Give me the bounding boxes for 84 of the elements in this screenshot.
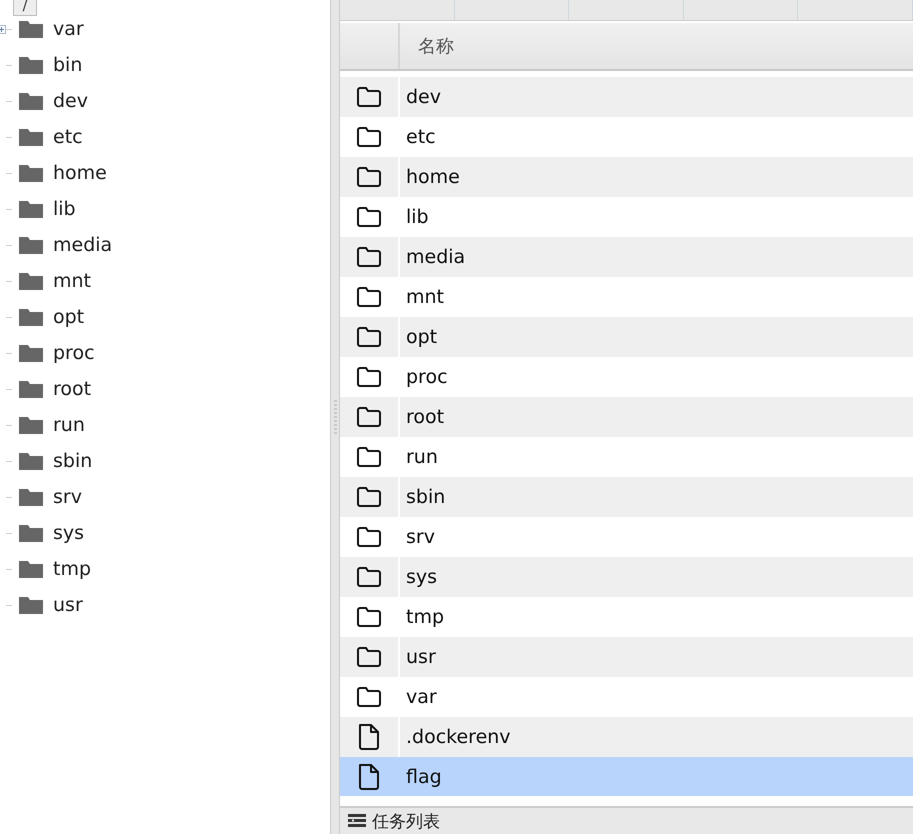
tree-item[interactable]: root <box>53 378 92 400</box>
file-name: mnt <box>405 285 444 310</box>
folder-icon <box>356 206 382 228</box>
file-icon <box>357 763 381 791</box>
tree-item[interactable]: home <box>53 162 107 184</box>
file-row[interactable]: root <box>340 397 913 437</box>
tree-item[interactable]: media <box>53 234 112 256</box>
tree-item[interactable]: sbin <box>53 450 92 472</box>
file-row[interactable]: flag <box>340 757 913 796</box>
file-name: opt <box>405 325 438 350</box>
file-row[interactable]: opt <box>340 317 913 357</box>
folder-icon <box>356 566 382 588</box>
folder-icon <box>19 92 43 110</box>
file-name: proc <box>405 365 448 390</box>
folder-icon <box>19 56 43 74</box>
folder-icon <box>356 246 382 268</box>
tree-item[interactable]: var <box>53 18 84 40</box>
folder-icon <box>356 366 382 388</box>
folder-icon <box>19 560 43 578</box>
file-name: root <box>405 405 444 430</box>
file-icon <box>357 723 381 751</box>
file-row[interactable]: .dockerenv <box>340 717 913 757</box>
folder-icon <box>356 286 382 308</box>
file-name: lib <box>405 205 429 230</box>
tree-root[interactable]: / <box>13 0 37 16</box>
file-name: .dockerenv <box>405 725 511 750</box>
tree-item[interactable]: dev <box>53 90 88 112</box>
file-name: var <box>405 685 437 710</box>
file-name: tmp <box>405 605 444 630</box>
file-row[interactable]: home <box>340 157 913 197</box>
file-name: sys <box>405 565 438 590</box>
folder-icon <box>19 128 43 146</box>
folder-icon <box>356 86 382 108</box>
tree-item[interactable]: tmp <box>53 558 92 580</box>
file-row[interactable]: media <box>340 237 913 277</box>
file-row[interactable]: dev <box>340 77 913 117</box>
file-name: media <box>405 245 466 270</box>
tree-item[interactable]: bin <box>53 54 82 76</box>
file-row[interactable]: usr <box>340 637 913 677</box>
tree-item[interactable]: usr <box>53 594 83 616</box>
folder-icon <box>356 126 382 148</box>
folder-icon <box>19 452 43 470</box>
task-panel-title: 任务列表 <box>372 810 440 832</box>
tree-item[interactable]: sys <box>53 522 84 544</box>
folder-icon <box>19 524 43 542</box>
tree-item[interactable]: opt <box>53 306 84 328</box>
folder-icon <box>19 416 43 434</box>
tree-item[interactable]: srv <box>53 486 82 508</box>
folder-icon <box>356 606 382 628</box>
folder-icon <box>19 380 43 398</box>
folder-icon <box>356 166 382 188</box>
file-name: run <box>405 445 438 470</box>
file-name: dev <box>405 85 441 110</box>
folder-icon <box>356 486 382 508</box>
file-name: sbin <box>405 485 446 510</box>
file-name: home <box>405 165 460 190</box>
folder-icon <box>19 236 43 254</box>
file-name: etc <box>405 125 436 150</box>
file-name: usr <box>405 645 436 670</box>
folder-icon <box>19 164 43 182</box>
folder-icon <box>19 596 43 614</box>
list-icon <box>348 814 366 828</box>
folder-icon <box>356 446 382 468</box>
folder-icon <box>356 526 382 548</box>
folder-icon <box>19 344 43 362</box>
file-row[interactable]: sbin <box>340 477 913 517</box>
column-header[interactable]: 名称 <box>400 23 454 69</box>
tree-item[interactable]: proc <box>53 342 95 364</box>
folder-icon <box>356 326 382 348</box>
tree-item[interactable]: mnt <box>53 270 91 292</box>
folder-icon <box>356 646 382 668</box>
folder-icon <box>356 406 382 428</box>
file-row[interactable]: sys <box>340 557 913 597</box>
folder-icon <box>19 272 43 290</box>
folder-icon <box>19 488 43 506</box>
folder-icon <box>356 686 382 708</box>
file-name: flag <box>405 765 442 790</box>
tree-item[interactable]: lib <box>53 198 76 220</box>
tree-item[interactable]: run <box>53 414 85 436</box>
folder-icon <box>19 200 43 218</box>
tree-item[interactable]: etc <box>53 126 83 148</box>
folder-icon <box>19 20 43 38</box>
file-name: srv <box>405 525 435 550</box>
folder-icon <box>19 308 43 326</box>
